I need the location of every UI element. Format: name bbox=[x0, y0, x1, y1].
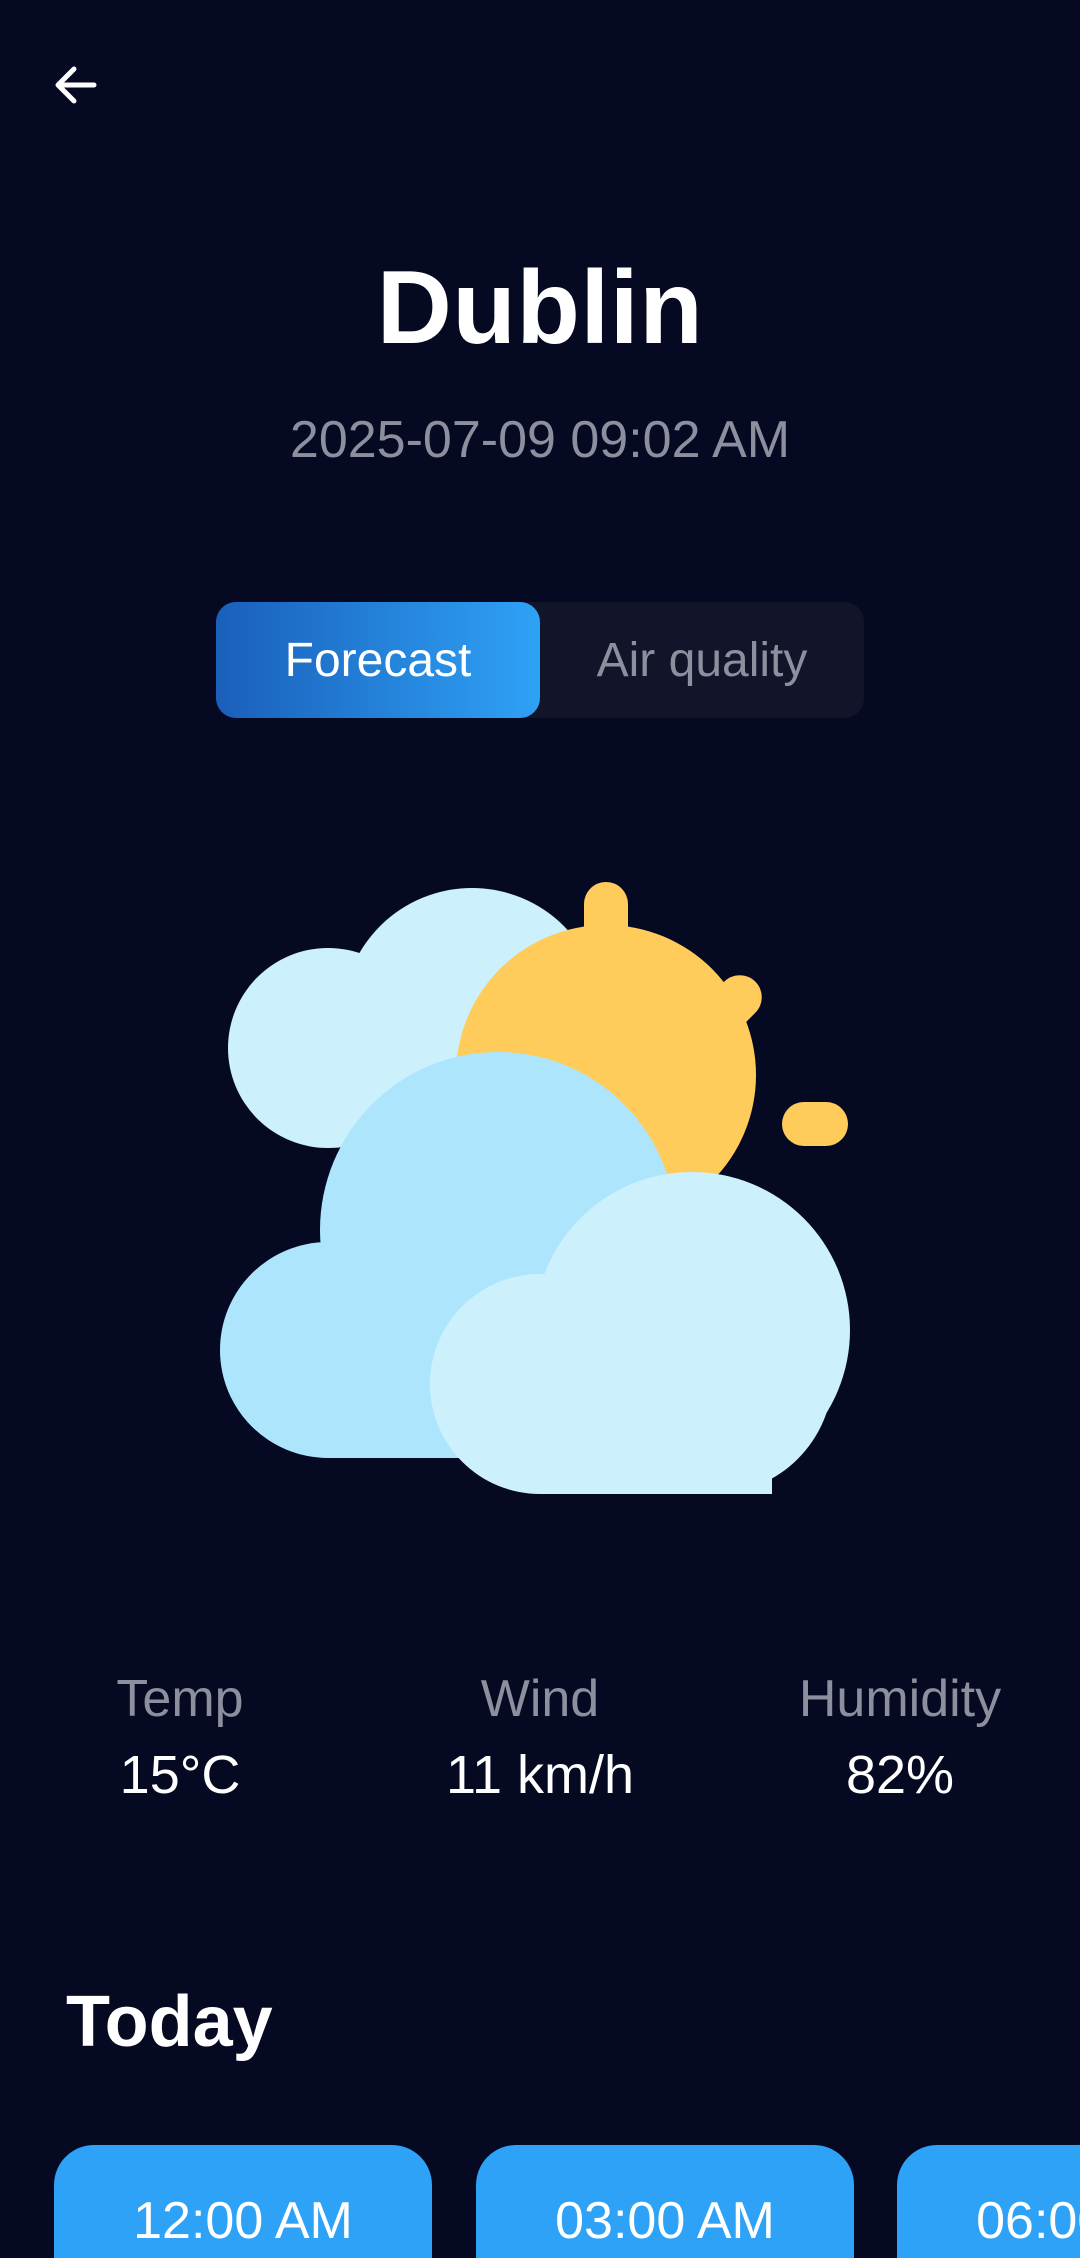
arrow-left-icon bbox=[55, 66, 97, 104]
hour-card[interactable]: 03:00 AM bbox=[476, 2145, 854, 2258]
today-heading: Today bbox=[66, 1982, 273, 2062]
stat-label: Temp bbox=[116, 1670, 244, 1728]
hour-time: 12:00 AM bbox=[133, 2192, 353, 2250]
tab-air-quality[interactable]: Air quality bbox=[540, 602, 864, 718]
stat-humidity: Humidity 82% bbox=[750, 1668, 1050, 1806]
stat-value: 15°C bbox=[119, 1745, 241, 1805]
stat-value: 82% bbox=[845, 1745, 955, 1805]
stat-temp: Temp 15°C bbox=[30, 1668, 330, 1806]
hour-time: 06:00 AM bbox=[976, 2192, 1080, 2250]
view-tabs: Forecast Air quality bbox=[216, 602, 864, 718]
stat-label: Humidity bbox=[798, 1670, 1002, 1728]
hour-time: 03:00 AM bbox=[555, 2192, 775, 2250]
weather-stats: Temp 15°C Wind 11 km/h Humidity 82% bbox=[0, 1668, 1080, 1818]
hour-card[interactable]: 12:00 AM bbox=[54, 2145, 432, 2258]
stat-label: Wind bbox=[480, 1670, 600, 1728]
partly-cloudy-icon bbox=[220, 882, 850, 1494]
back-button[interactable] bbox=[40, 50, 110, 120]
hourly-forecast-list[interactable]: 12:00 AM 03:00 AM 06:00 AM bbox=[0, 2145, 1080, 2258]
hour-card[interactable]: 06:00 AM bbox=[897, 2145, 1080, 2258]
stat-wind: Wind 11 km/h bbox=[390, 1668, 690, 1806]
tab-forecast[interactable]: Forecast bbox=[216, 602, 540, 718]
city-title: Dublin bbox=[376, 250, 704, 366]
date-time: 2025-07-09 09:02 AM bbox=[289, 411, 791, 469]
stat-value: 11 km/h bbox=[445, 1745, 635, 1805]
